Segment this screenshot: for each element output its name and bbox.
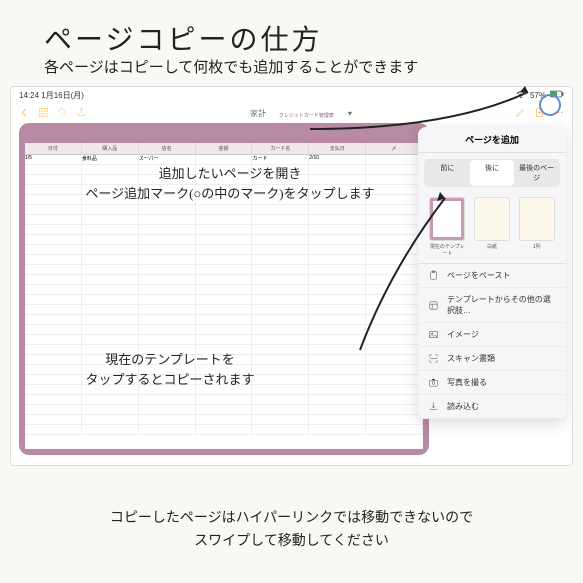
table-row xyxy=(25,205,423,215)
column-header: 金額 xyxy=(196,143,253,154)
segment-control[interactable]: 前に後に最後のページ xyxy=(424,159,560,187)
annotation-tap-template: 現在のテンプレートを タップするとコピーされます xyxy=(60,350,280,389)
status-bar: 14:24 1月16日(月) 57% xyxy=(11,87,572,103)
template-thumb[interactable]: 1列 xyxy=(519,197,555,257)
table-row xyxy=(25,405,423,415)
table-row xyxy=(25,255,423,265)
table-row xyxy=(25,315,423,325)
table-row xyxy=(25,295,423,305)
more-icon[interactable] xyxy=(553,107,564,120)
add-page-popover: ページを追加 前に後に最後のページ 現在のテンプレート白紙1列 ページをペースト… xyxy=(418,127,566,419)
table-row xyxy=(25,215,423,225)
menu-item-scan[interactable]: スキャン書類 xyxy=(418,347,566,371)
column-header: 〆 xyxy=(366,143,423,154)
planner-tab[interactable]: クレジットカード管理表 xyxy=(266,109,346,123)
template-thumb[interactable]: 現在のテンプレート xyxy=(429,197,465,257)
column-header: 店名 xyxy=(139,143,196,154)
column-header: 日付 xyxy=(25,143,82,154)
status-time: 14:24 1月16日(月) xyxy=(19,90,84,101)
page-title: ページコピーの仕方 xyxy=(44,18,322,58)
column-header: 購入品 xyxy=(82,143,139,154)
planner-tab[interactable]: キャッシュレス管理表 xyxy=(349,109,429,123)
popover-title: ページを追加 xyxy=(418,127,566,153)
table-row xyxy=(25,305,423,315)
table-row xyxy=(25,395,423,405)
pen-icon[interactable] xyxy=(515,107,526,120)
footer-note: コピーしたページはハイパーリンクでは移動できないので スワイプして移動してくださ… xyxy=(30,508,553,553)
table-row xyxy=(25,225,423,235)
menu-item-import[interactable]: 読み込む xyxy=(418,395,566,419)
segment-item[interactable]: 最後のページ xyxy=(514,160,559,186)
battery-icon xyxy=(550,90,564,100)
column-header: カード名 xyxy=(252,143,309,154)
table-row xyxy=(25,275,423,285)
table-row xyxy=(25,285,423,295)
planner-tabs: 特別費管理表光熱費管理表給料明細管理表クレジットカード管理表キャッシュレス管理表 xyxy=(19,109,429,123)
add-page-icon[interactable] xyxy=(534,107,545,120)
wifi-icon xyxy=(516,89,526,101)
planner-tab[interactable]: 光熱費管理表 xyxy=(101,109,181,123)
annotation-open-page: 追加したいページを開き ページ追加マーク(○の中のマーク)をタップします xyxy=(70,164,390,203)
menu-item-clipboard[interactable]: ページをペースト xyxy=(418,264,566,288)
page-subtitle: 各ページはコピーして何枚でも追加することができます xyxy=(44,56,418,77)
table-row xyxy=(25,425,423,435)
table-row xyxy=(25,245,423,255)
table-row xyxy=(25,415,423,425)
template-thumb[interactable]: 白紙 xyxy=(474,197,510,257)
ledger-header: 日付購入品店名金額カード名支払日〆 xyxy=(25,143,423,155)
planner-tab[interactable]: 特別費管理表 xyxy=(19,109,99,123)
planner-tab[interactable]: 給料明細管理表 xyxy=(184,109,264,123)
menu-item-camera[interactable]: 写真を撮る xyxy=(418,371,566,395)
menu-item-image[interactable]: イメージ xyxy=(418,323,566,347)
template-row: 現在のテンプレート白紙1列 xyxy=(418,193,566,263)
segment-item[interactable]: 前に xyxy=(425,160,470,186)
menu-item-template[interactable]: テンプレートからその他の選択肢… xyxy=(418,288,566,323)
table-row xyxy=(25,325,423,335)
battery-text: 57% xyxy=(530,91,546,100)
tablet-screenshot: 14:24 1月16日(月) 57% 家計簿 販売用 サンプル ▾ 特別費管理表… xyxy=(10,86,573,466)
table-row xyxy=(25,335,423,345)
segment-item[interactable]: 後に xyxy=(470,160,515,186)
table-row xyxy=(25,235,423,245)
column-header: 支払日 xyxy=(309,143,366,154)
popover-menu: ページをペーストテンプレートからその他の選択肢…イメージスキャン書類写真を撮る読… xyxy=(418,263,566,419)
table-row xyxy=(25,265,423,275)
